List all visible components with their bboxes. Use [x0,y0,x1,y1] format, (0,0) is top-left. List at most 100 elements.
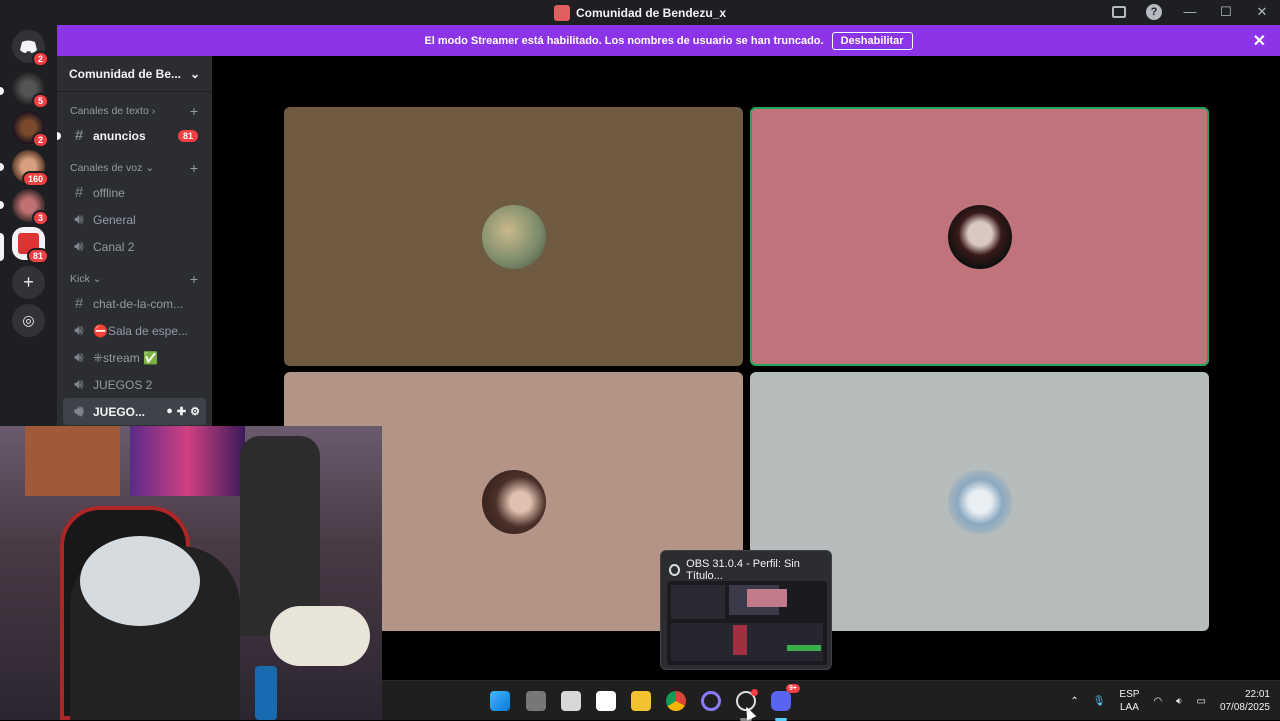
discover-compass-icon[interactable]: ◎ [12,304,45,337]
lang-bottom: LAA [1119,702,1139,713]
server-icon-5[interactable]: 81 [12,227,49,264]
server-icon-2[interactable]: 2 [12,111,49,148]
add-channel-icon[interactable]: + [190,160,198,176]
webcam-overlay [0,426,382,720]
task-view-icon[interactable] [526,691,546,711]
obs-panel [671,585,725,619]
obs-thumbnail [667,581,827,665]
unread-pill [0,201,4,209]
add-channel-icon[interactable]: + [190,103,198,119]
battery-icon[interactable]: ▭ [1196,696,1205,707]
unread-pill [0,163,4,171]
server-icon-1[interactable]: 5 [12,72,49,109]
category-voice-channels[interactable]: Canales de voz ⌄ + [57,157,212,179]
notes-app-icon[interactable] [561,691,581,711]
obs-preview-canvas [747,589,787,607]
file-explorer-icon[interactable] [631,691,651,711]
server-icon-3[interactable]: 160 [12,150,49,187]
participant-tile-2-speaking[interactable] [750,107,1209,366]
capcut-icon[interactable] [596,691,616,711]
channel-canal-2[interactable]: 🔊︎ Canal 2 [63,233,206,260]
close-banner-icon[interactable]: ✕ [1253,31,1266,51]
close-window-icon[interactable]: ✕ [1254,4,1270,20]
microphone-icon[interactable]: 🎙︎ [1093,696,1106,707]
channel-juegos-2[interactable]: 🔊︎ JUEGOS 2 [63,371,206,398]
disable-streamer-button[interactable]: Deshabilitar [831,31,913,50]
server-header[interactable]: Comunidad de Be... ⌄ [57,56,212,92]
guild-badge: 3 [31,210,49,226]
channel-offline[interactable]: # offline [63,179,206,206]
speaker-icon: 🔊︎ [74,403,84,420]
obs-audio-meter [787,645,821,651]
clock[interactable]: 22:01 07/08/2025 [1220,688,1270,714]
chrome-icon[interactable] [666,691,686,711]
speaker-icon: 🔊︎ [74,211,84,228]
server-name: Comunidad de Be... [69,66,182,81]
channel-anuncios[interactable]: # anuncios 81 [57,122,206,149]
poster-left [25,426,120,496]
notification-badge: 9+ [786,684,800,693]
avatar [481,469,546,534]
category-kick[interactable]: Kick ⌄ + [57,268,212,290]
poster-anime [130,426,245,496]
unread-pill [0,87,4,95]
inbox-icon[interactable] [1112,6,1126,18]
channel-label: chat-de-la-com... [93,296,184,311]
channel-general[interactable]: 🔊︎ General [63,206,206,233]
speaker-icon: 🔊︎ [74,376,84,393]
channel-sala-de-espera[interactable]: 🔊︎ ⛔Sala de espe... [63,317,206,344]
guild-badge: 160 [21,171,49,187]
chevron-down-icon: ⌄ [145,162,155,174]
guild-badge: 5 [31,93,49,109]
unread-indicator [57,131,61,140]
discord-taskbar-icon[interactable]: 9+ [771,684,800,711]
channel-label: JUEGOS 2 [93,377,153,392]
windows-taskbar: 9+ ⌃ 🎙︎ ESP LAA ◠ 🔉︎ ▭ 22:01 07/08/2025 [382,680,1280,721]
avatar [947,469,1012,534]
lang-top: ESP [1119,689,1140,700]
hashtag-icon: # [74,127,84,144]
channel-juegos-selected[interactable]: 🔊︎ JUEGO... ● ✚ ⚙ [63,398,206,425]
guild-badge: 81 [26,248,49,264]
discord-home-button[interactable]: 2 [12,30,49,67]
add-server-icon[interactable]: + [12,266,45,299]
add-member-icon[interactable]: ✚ [177,405,186,418]
speaker-icon: 🔊︎ [74,349,84,366]
hashtag-icon: # [74,295,84,312]
help-icon[interactable]: ? [1146,4,1162,20]
chevron-down-icon: ⌄ [92,273,102,285]
mention-badge: 81 [177,129,198,142]
server-icon-4[interactable]: 3 [12,189,49,226]
obs-panel [671,623,823,661]
window-title-text: Comunidad de Bendezu_x [575,5,727,20]
channel-label: ⁜stream ✅ [93,350,159,365]
chat-bubble-icon[interactable]: ● [166,405,173,418]
channel-stream[interactable]: 🔊︎ ⁜stream ✅ [63,344,206,371]
channel-chat-de-la-comunidad[interactable]: # chat-de-la-com... [63,290,206,317]
hashtag-icon: # [74,184,84,201]
add-channel-icon[interactable]: + [190,271,198,287]
channel-label: Canal 2 [93,239,135,254]
window-titlebar: Comunidad de Bendezu_x ? — ☐ ✕ [0,0,1280,25]
chevron-right-icon: › [151,105,156,117]
channel-label: JUEGO... [93,404,146,419]
minimize-icon[interactable]: — [1182,4,1198,20]
category-label: Canales de voz [70,162,143,174]
windows-start-icon[interactable] [490,691,510,711]
wifi-icon[interactable]: ◠ [1153,696,1162,707]
selected-pill [0,233,4,261]
gear-icon[interactable]: ⚙ [190,405,200,418]
volume-icon[interactable]: 🔉︎ [1176,696,1182,707]
window-title: Comunidad de Bendezu_x [553,4,727,21]
chevron-up-icon[interactable]: ⌃ [1070,696,1078,707]
category-text-channels[interactable]: Canales de texto › + [57,100,212,122]
obs-icon [669,564,681,576]
obs-window-preview[interactable]: OBS 31.0.4 - Perfil: Sin Título... [660,550,832,670]
language-indicator[interactable]: ESP LAA [1119,688,1139,714]
maximize-icon[interactable]: ☐ [1218,4,1234,20]
participant-tile-1[interactable] [284,107,743,366]
category-label: Kick [70,273,90,285]
avatar [481,204,546,269]
category-label: Canales de texto [70,105,149,117]
circle-app-icon[interactable] [701,691,721,711]
